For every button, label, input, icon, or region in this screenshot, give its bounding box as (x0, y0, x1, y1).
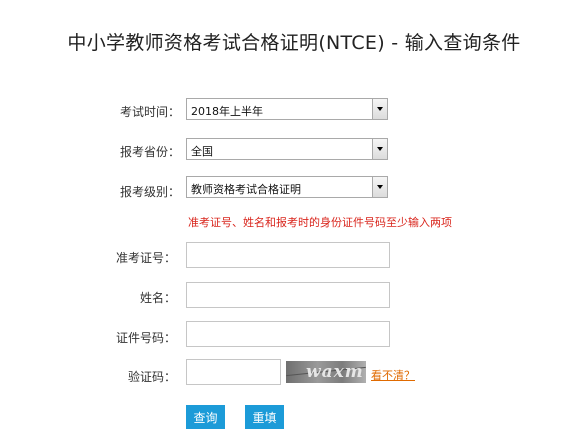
province-label: 报考省份： (119, 145, 180, 159)
reset-button[interactable]: 重填 (245, 405, 284, 429)
name-input[interactable] (186, 282, 390, 308)
id-no-input[interactable] (186, 321, 390, 347)
id-no-label: 证件号码： (115, 331, 176, 345)
page-title: 中小学教师资格考试合格证明(NTCE) - 输入查询条件 (67, 32, 521, 54)
query-button[interactable]: 查询 (186, 405, 225, 429)
ticket-no-label: 准考证号： (115, 251, 176, 265)
captcha-refresh-link[interactable]: 看不清？ (371, 367, 415, 383)
exam-time-value: 2018年上半年 (191, 105, 263, 118)
province-select[interactable]: 全国 (186, 138, 388, 160)
chevron-down-icon[interactable] (372, 99, 387, 119)
captcha-image[interactable]: waxm (286, 361, 366, 383)
exam-time-label: 考试时间： (119, 105, 180, 119)
ticket-no-input[interactable] (186, 242, 390, 268)
level-select[interactable]: 教师资格考试合格证明 (186, 176, 388, 198)
captcha-image-text: waxm (306, 362, 364, 382)
name-label: 姓名： (139, 291, 176, 305)
exam-time-select[interactable]: 2018年上半年 (186, 98, 388, 120)
captcha-input[interactable] (186, 359, 281, 385)
input-notice: 准考证号、姓名和报考时的身份证件号码至少输入两项 (188, 216, 452, 229)
chevron-down-icon[interactable] (372, 177, 387, 197)
captcha-label: 验证码： (127, 370, 176, 384)
level-label: 报考级别： (119, 185, 180, 199)
province-value: 全国 (191, 145, 213, 158)
chevron-down-icon[interactable] (372, 139, 387, 159)
level-value: 教师资格考试合格证明 (191, 183, 301, 196)
